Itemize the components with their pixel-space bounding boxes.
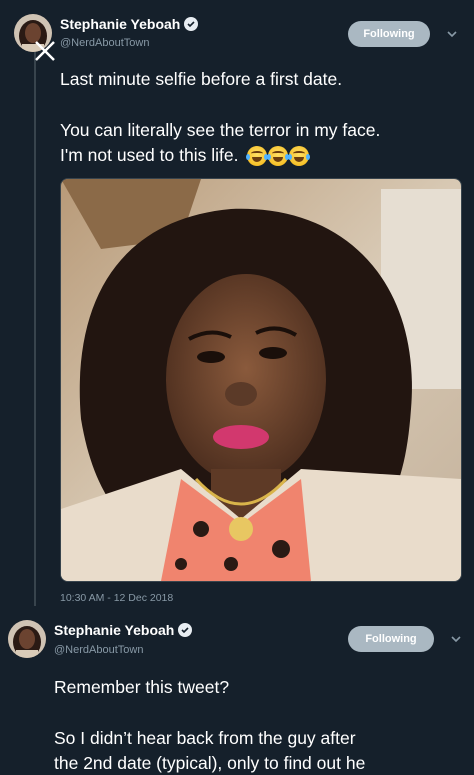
display-name-text[interactable]: Stephanie Yeboah [60, 16, 180, 32]
following-button[interactable]: Following [348, 21, 430, 47]
tweet-photo[interactable] [60, 178, 462, 582]
display-name[interactable]: Stephanie Yeboah [54, 622, 193, 638]
avatar[interactable] [8, 620, 46, 658]
face-with-tears-of-joy-emoji [267, 146, 290, 167]
face-with-tears-of-joy-emoji [288, 146, 311, 167]
chevron-down-icon[interactable] [444, 26, 460, 42]
user-handle[interactable]: @NerdAboutTown [60, 37, 149, 49]
verified-badge-icon [184, 17, 199, 31]
face-with-tears-of-joy-emoji [246, 146, 269, 167]
display-name[interactable]: Stephanie Yeboah [60, 16, 199, 32]
tweet-text-span: I'm not used to this life. [60, 145, 239, 165]
tweet-text-line: Remember this tweet? [54, 677, 230, 697]
tweet-text-line: the 2nd date (typical), only to find out… [54, 753, 366, 773]
tweet-timestamp[interactable]: 10:30 AM - 12 Dec 2018 [60, 592, 173, 604]
close-icon[interactable] [32, 38, 58, 64]
tweet-text-line: So I didn’t hear back from the guy after [54, 728, 356, 748]
tweet-text-line: Last minute selfie before a first date. [60, 69, 343, 89]
tweet-text-line: I'm not used to this life. [60, 144, 311, 167]
following-button[interactable]: Following [348, 626, 434, 652]
thread-connector-line [34, 46, 36, 606]
verified-badge-icon [178, 623, 193, 637]
user-handle[interactable]: @NerdAboutTown [54, 644, 143, 656]
chevron-down-icon[interactable] [448, 631, 464, 647]
display-name-text[interactable]: Stephanie Yeboah [54, 622, 174, 638]
emoji-group [246, 146, 311, 167]
tweet-text-line: You can literally see the terror in my f… [60, 120, 381, 140]
